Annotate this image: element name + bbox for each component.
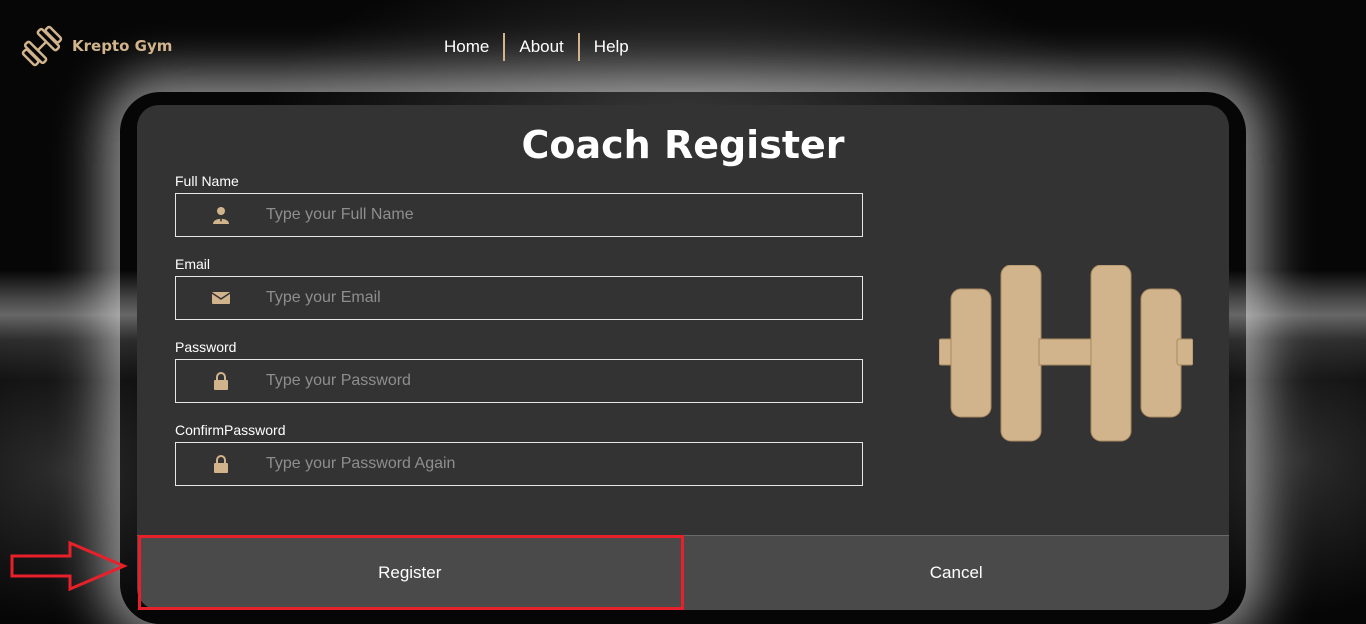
full-name-field[interactable] [175,193,863,237]
dumbbell-illustration [939,265,1193,442]
nav-about[interactable]: About [505,37,577,57]
nav-help[interactable]: Help [580,37,643,57]
dumbbell-icon [21,25,63,67]
email-label: Email [175,256,211,272]
confirm-password-input[interactable] [266,455,846,473]
confirm-password-field[interactable] [175,442,863,486]
confirm-password-label: ConfirmPassword [175,422,286,438]
password-field[interactable] [175,359,863,403]
full-name-input[interactable] [266,206,846,224]
top-nav: Home About Help [430,32,643,62]
lock-icon [176,455,266,473]
register-button[interactable]: Register [137,535,683,610]
email-input[interactable] [266,289,846,307]
arrow-right-icon [10,540,128,592]
nav-home[interactable]: Home [430,37,503,57]
password-label: Password [175,339,237,355]
page-title: Coach Register [521,123,845,167]
email-field[interactable] [175,276,863,320]
brand-logo[interactable]: Krepto Gym [20,24,172,68]
cancel-button[interactable]: Cancel [682,535,1229,610]
full-name-label: Full Name [175,173,239,189]
envelope-icon [176,289,266,307]
lock-icon [176,372,266,390]
action-buttons: Register Cancel [137,535,1229,610]
password-input[interactable] [266,372,846,390]
register-card: Coach Register Full Name Email Password … [137,105,1229,610]
brand-name: Krepto Gym [72,37,173,55]
user-icon [176,206,266,224]
